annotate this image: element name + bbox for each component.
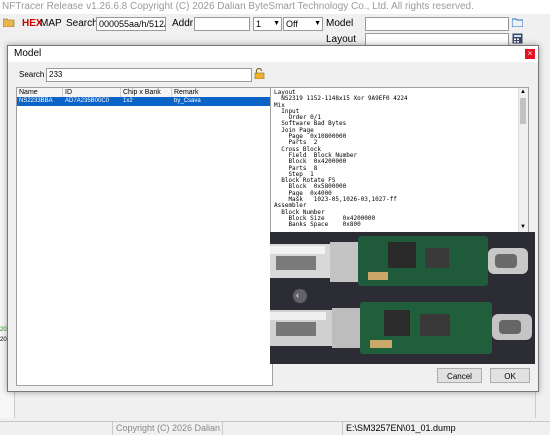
dialog-search-input[interactable]: 233	[46, 68, 252, 82]
page-select-value: 1	[256, 19, 262, 29]
cancel-button[interactable]: Cancel	[437, 368, 482, 383]
chevron-down-icon: ▼	[273, 20, 280, 27]
toolbar: HEX MAP Search 000055aa/h/512/5 Addr 1 ▼…	[0, 14, 550, 48]
model-dialog: Model × Search 233 Name ID Chip x Bank R…	[7, 45, 539, 392]
mode-select-value: Off	[286, 19, 298, 29]
dialog-search-label: Search	[19, 70, 45, 79]
scroll-thumb[interactable]	[520, 98, 526, 124]
column-header-remark[interactable]: Remark	[172, 88, 272, 97]
usb-drives-image	[270, 232, 535, 364]
ok-button[interactable]: OK	[490, 368, 530, 383]
close-icon[interactable]: ×	[525, 49, 535, 59]
search-input[interactable]: 000055aa/h/512/5	[96, 17, 166, 31]
previous-image-icon[interactable]: ‹	[296, 290, 299, 300]
addr-label: Addr	[172, 18, 194, 29]
column-header-id[interactable]: ID	[63, 88, 121, 97]
scroll-up-icon[interactable]: ▲	[520, 89, 526, 95]
model-input[interactable]	[365, 17, 509, 31]
model-info-panel[interactable]: Layout NS2319 1152-1148x15 Xor 9A9EF0 42…	[270, 87, 529, 234]
chevron-down-icon: ▼	[314, 20, 321, 27]
page-select[interactable]: 1 ▼	[253, 17, 282, 31]
cell-id: AD7A235B00C0	[65, 98, 110, 104]
model-info-text: Layout NS2319 1152-1148x15 Xor 9A9EF0 42…	[274, 89, 408, 229]
window-title: NFTracer Release v1.26.6.8 Copyright (C)…	[0, 0, 550, 14]
model-list[interactable]: Name ID Chip x Bank Remark NS2233BBA AD7…	[16, 87, 273, 386]
cell-remark: by_Csava	[174, 98, 201, 104]
list-row[interactable]: NS2233BBA AD7A235B00C0 1x2 by_Csava	[17, 97, 272, 106]
search-label: Search	[66, 18, 98, 29]
status-file-path: E:\SM3257EN\01_01.dump	[342, 422, 550, 435]
cell-name: NS2233BBA	[19, 98, 53, 104]
dialog-title: Model	[8, 46, 538, 62]
scroll-down-icon[interactable]: ▼	[520, 224, 526, 230]
status-cell	[222, 422, 342, 435]
layout-label: Layout	[326, 34, 357, 45]
device-photo: ‹	[270, 232, 535, 364]
folder-icon[interactable]	[511, 18, 524, 28]
cell-chip-bank: 1x2	[123, 98, 133, 104]
unlock-icon[interactable]	[254, 67, 265, 80]
column-header-name[interactable]: Name	[17, 88, 63, 97]
open-folder-icon[interactable]	[2, 17, 15, 28]
status-bar: Copyright (C) 2026 Dalian ByteSmart Tech…	[0, 421, 550, 435]
status-cell	[0, 422, 112, 435]
map-button[interactable]: MAP	[40, 18, 62, 29]
calculator-icon[interactable]	[512, 33, 523, 44]
column-header-chip-bank[interactable]: Chip x Bank	[121, 88, 172, 97]
info-scrollbar[interactable]: ▲ ▼	[518, 88, 528, 233]
model-label: Model	[326, 18, 354, 29]
addr-input[interactable]	[194, 17, 250, 31]
status-copyright: Copyright (C) 2026 Dalian ByteSmart Tech…	[112, 422, 222, 435]
mode-select[interactable]: Off ▼	[283, 17, 323, 31]
